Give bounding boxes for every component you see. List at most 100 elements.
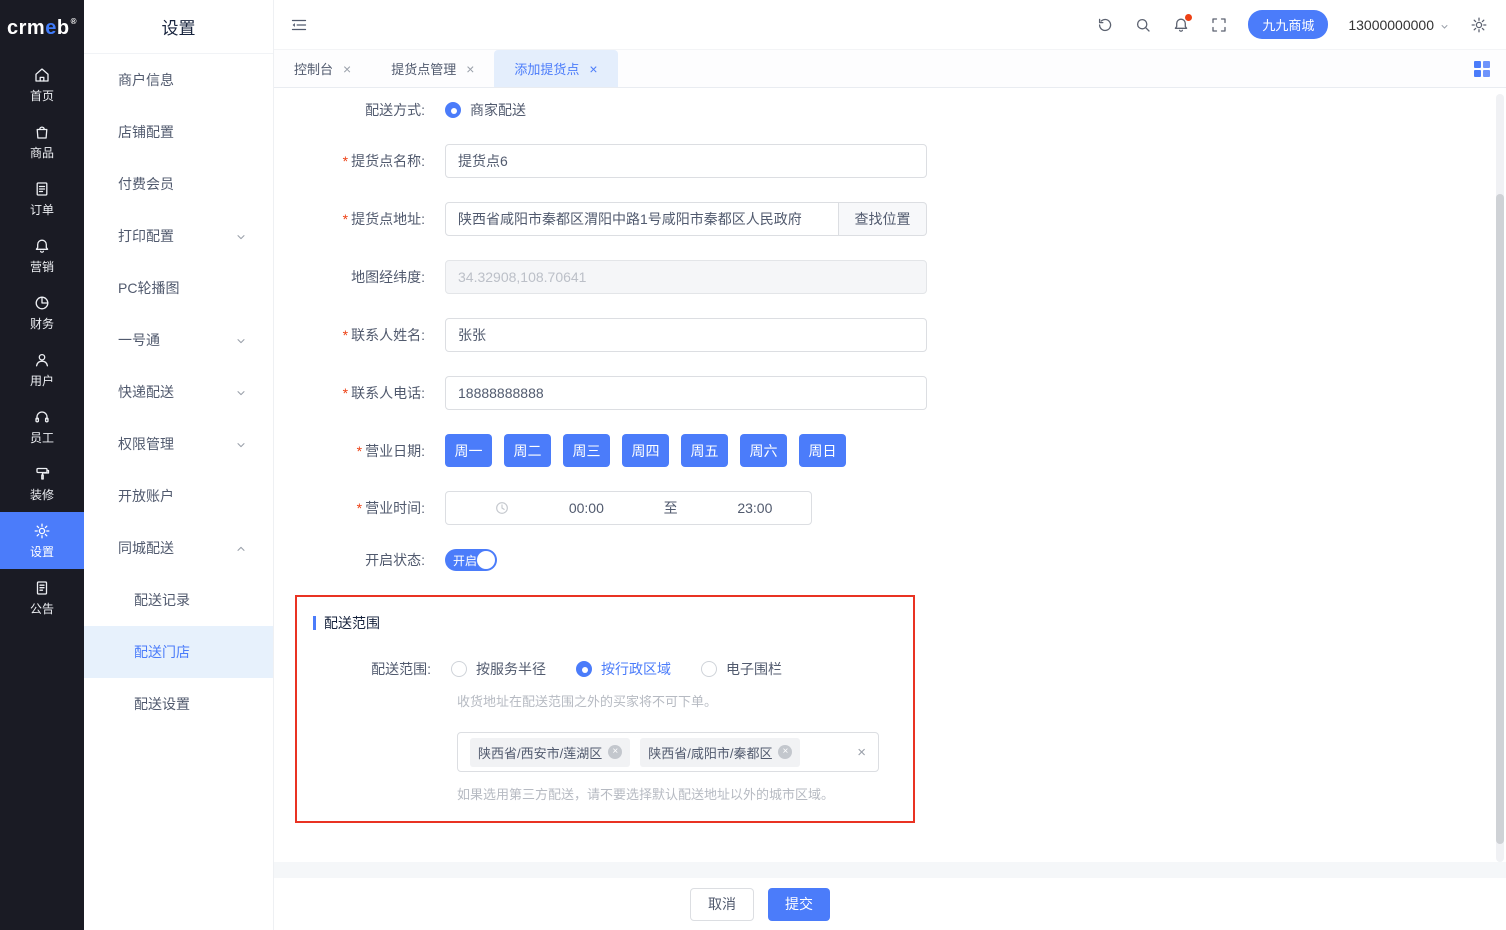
main-area: 九九商城 13000000000 控制台 × 提货点管理 × 添加提货点 × 配送方式… bbox=[274, 0, 1506, 930]
gear-icon[interactable] bbox=[1470, 16, 1488, 34]
business-day-button[interactable]: 周六 bbox=[740, 434, 787, 467]
business-day-button[interactable]: 周一 bbox=[445, 434, 492, 467]
close-icon[interactable]: × bbox=[589, 61, 597, 77]
required-mark: * bbox=[342, 153, 349, 169]
business-day-button[interactable]: 周二 bbox=[504, 434, 551, 467]
field-label: * 提货点地址: bbox=[342, 211, 425, 227]
radio-icon[interactable] bbox=[451, 661, 467, 677]
time-start[interactable]: 00:00 bbox=[544, 500, 628, 516]
business-day-button[interactable]: 周三 bbox=[563, 434, 610, 467]
rail-item-products[interactable]: 商品 bbox=[0, 113, 84, 170]
tab-pickup-management[interactable]: 提货点管理 × bbox=[371, 50, 494, 87]
close-icon[interactable]: × bbox=[343, 61, 351, 77]
time-range-picker[interactable]: 00:00 至 23:00 bbox=[445, 491, 812, 525]
menu-label: 配送记录 bbox=[134, 592, 190, 608]
sidebar-item-yihaotong[interactable]: 一号通 bbox=[84, 314, 273, 366]
submit-button[interactable]: 提交 bbox=[768, 887, 830, 921]
tab-add-pickup-point[interactable]: 添加提货点 × bbox=[494, 50, 618, 87]
scrollbar-thumb[interactable] bbox=[1496, 194, 1504, 844]
cancel-button[interactable]: 取消 bbox=[690, 887, 754, 921]
scope-options: 按服务半径 按行政区域 电子围栏 bbox=[451, 659, 782, 679]
status-toggle[interactable]: 开启 bbox=[445, 549, 497, 571]
field-label: 开启状态: bbox=[365, 552, 425, 568]
pickup-name-input[interactable] bbox=[445, 144, 927, 178]
menu-fold-icon[interactable] bbox=[290, 16, 308, 34]
region-select-input[interactable]: 陕西省/西安市/莲湖区 × 陕西省/咸阳市/秦都区 × × bbox=[457, 732, 879, 772]
section-title: 配送范围 bbox=[297, 613, 913, 633]
account-menu[interactable]: 13000000000 bbox=[1348, 17, 1450, 33]
rail-label: 财务 bbox=[29, 316, 54, 331]
tab-grid-icon[interactable] bbox=[1474, 60, 1490, 77]
scope-option-radius[interactable]: 按服务半径 bbox=[451, 659, 546, 679]
business-day-button[interactable]: 周五 bbox=[681, 434, 728, 467]
rail-item-users[interactable]: 用户 bbox=[0, 341, 84, 398]
required-mark: * bbox=[342, 385, 349, 401]
fullscreen-icon[interactable] bbox=[1210, 16, 1228, 34]
app-root: crm e b ® 首页 商品 订单 营销 财务 用户 员工 装修 设置 公告 … bbox=[0, 0, 1506, 930]
form-footer: 取消 提交 bbox=[274, 878, 1506, 930]
time-end[interactable]: 23:00 bbox=[713, 500, 797, 516]
sidebar-item-pc-banner[interactable]: PC轮播图 bbox=[84, 262, 273, 314]
sidebar-item-permissions[interactable]: 权限管理 bbox=[84, 418, 273, 470]
rail-item-home[interactable]: 首页 bbox=[0, 56, 84, 113]
sidebar-item-delivery-stores[interactable]: 配送门店 bbox=[84, 626, 273, 678]
radio-icon[interactable] bbox=[701, 661, 717, 677]
region-tag: 陕西省/咸阳市/秦都区 × bbox=[640, 737, 801, 767]
logo-reg-mark: ® bbox=[70, 16, 77, 26]
delivery-method-option[interactable]: 商家配送 bbox=[445, 100, 526, 120]
clock-icon bbox=[460, 500, 544, 516]
sidebar-item-paid-member[interactable]: 付费会员 bbox=[84, 158, 273, 210]
contact-name-input[interactable] bbox=[445, 318, 927, 352]
search-icon[interactable] bbox=[1134, 16, 1152, 34]
business-day-button[interactable]: 周四 bbox=[622, 434, 669, 467]
gear-icon bbox=[33, 522, 51, 540]
rail-item-announcement[interactable]: 公告 bbox=[0, 569, 84, 626]
notification-bell-icon[interactable] bbox=[1172, 13, 1193, 34]
rail-label: 营销 bbox=[29, 259, 54, 274]
pickup-address-input[interactable] bbox=[445, 202, 839, 236]
logo-accent: e bbox=[45, 16, 57, 39]
contact-name-row: * 联系人姓名: bbox=[274, 318, 1506, 352]
rail-item-marketing[interactable]: 营销 bbox=[0, 227, 84, 284]
brand-logo[interactable]: crm e b ® bbox=[0, 0, 84, 56]
chevron-down-icon bbox=[235, 386, 247, 398]
sidebar-item-print-config[interactable]: 打印配置 bbox=[84, 210, 273, 262]
radio-option-label: 商家配送 bbox=[470, 102, 526, 118]
radio-checked-icon[interactable] bbox=[576, 661, 592, 677]
rail-item-staff[interactable]: 员工 bbox=[0, 398, 84, 455]
sidebar-item-delivery-settings[interactable]: 配送设置 bbox=[84, 678, 273, 730]
rail-item-finance[interactable]: 财务 bbox=[0, 284, 84, 341]
announcement-icon bbox=[33, 579, 51, 597]
tag-close-icon[interactable]: × bbox=[608, 745, 623, 759]
coordinates-input bbox=[445, 260, 927, 294]
scope-option-efence[interactable]: 电子围栏 bbox=[701, 659, 782, 679]
clear-all-icon[interactable]: × bbox=[857, 744, 866, 761]
sidebar-item-open-account[interactable]: 开放账户 bbox=[84, 470, 273, 522]
menu-label: 一号通 bbox=[118, 332, 160, 348]
sidebar-item-express-delivery[interactable]: 快递配送 bbox=[84, 366, 273, 418]
sidebar-item-city-delivery[interactable]: 同城配送 bbox=[84, 522, 273, 574]
scope-radio-row: 配送范围: 按服务半径 按行政区域 电子围栏 bbox=[297, 659, 913, 679]
rail-label: 用户 bbox=[29, 373, 54, 388]
sidebar-item-merchant-info[interactable]: 商户信息 bbox=[84, 54, 273, 106]
menu-label: 配送设置 bbox=[134, 696, 190, 712]
rail-item-settings[interactable]: 设置 bbox=[0, 512, 84, 569]
tab-console[interactable]: 控制台 × bbox=[274, 50, 371, 87]
status-row: 开启状态: 开启 bbox=[274, 549, 1506, 571]
scope-option-admin-region[interactable]: 按行政区域 bbox=[576, 659, 671, 679]
scope-hint-top: 收货地址在配送范围之外的买家将不可下单。 bbox=[457, 694, 718, 709]
radio-checked-icon[interactable] bbox=[445, 102, 461, 118]
tag-close-icon[interactable]: × bbox=[778, 745, 793, 759]
product-icon bbox=[33, 123, 51, 141]
sidebar-item-delivery-records[interactable]: 配送记录 bbox=[84, 574, 273, 626]
refresh-icon[interactable] bbox=[1096, 16, 1114, 34]
content-scrollbar[interactable] bbox=[1496, 94, 1504, 862]
rail-item-decorate[interactable]: 装修 bbox=[0, 455, 84, 512]
close-icon[interactable]: × bbox=[466, 61, 474, 77]
contact-phone-input[interactable] bbox=[445, 376, 927, 410]
store-badge[interactable]: 九九商城 bbox=[1248, 10, 1329, 39]
rail-item-orders[interactable]: 订单 bbox=[0, 170, 84, 227]
business-day-button[interactable]: 周日 bbox=[799, 434, 846, 467]
sidebar-item-store-config[interactable]: 店铺配置 bbox=[84, 106, 273, 158]
find-location-button[interactable]: 查找位置 bbox=[839, 202, 927, 236]
